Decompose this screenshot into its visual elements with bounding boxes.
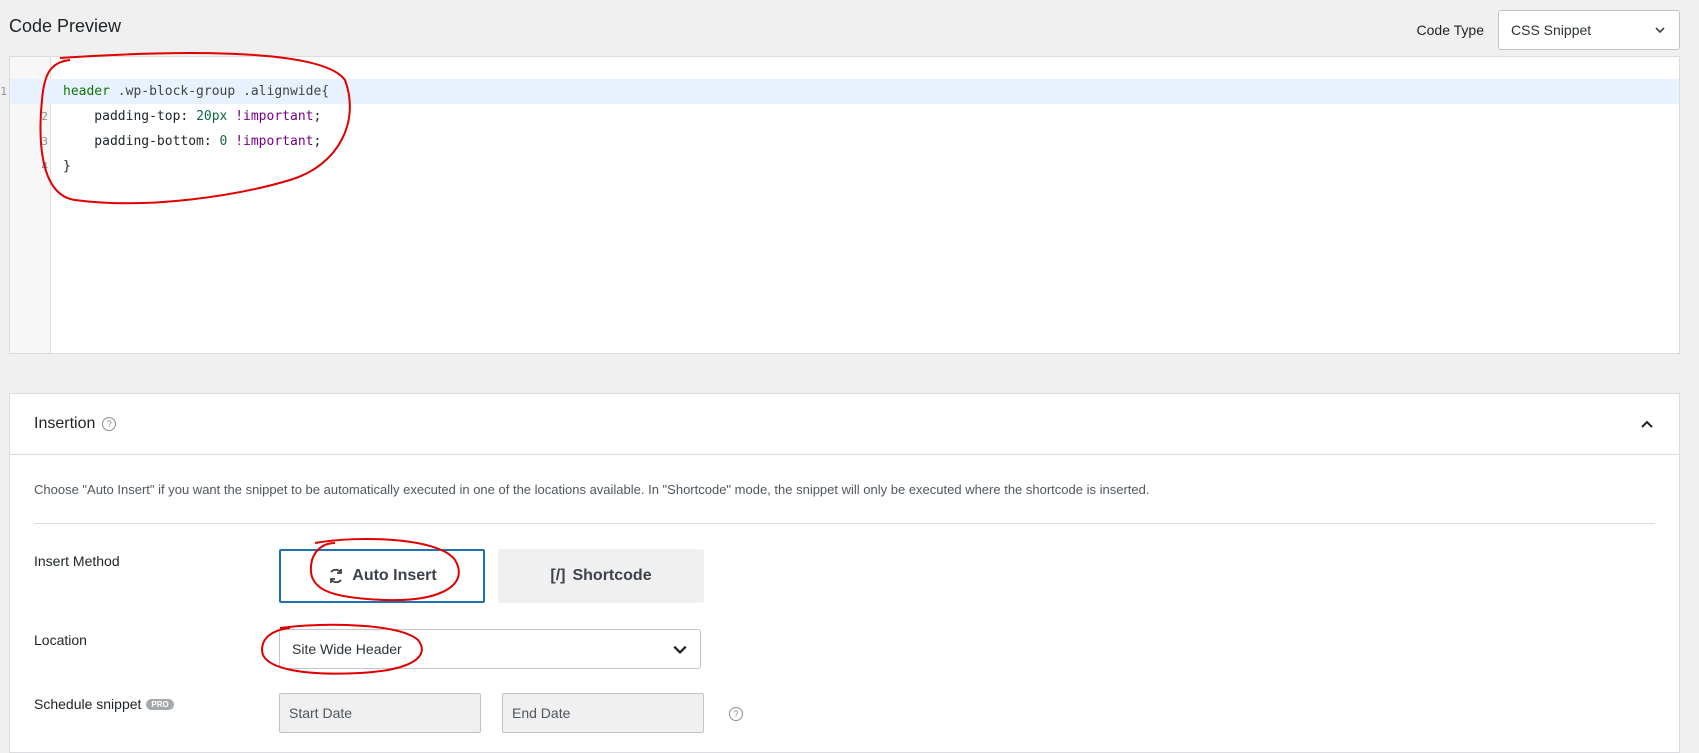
location-label: Location [34,632,87,648]
code-text: header .wp-block-group .alignwide{ [51,84,329,99]
end-date-placeholder: End Date [512,705,571,721]
location-select[interactable]: Site Wide Header [279,629,701,669]
shortcode-button[interactable]: [/] Shortcode [498,549,704,603]
code-text: } [51,159,71,174]
shortcode-icon: [/] [550,567,566,584]
divider [34,523,1655,524]
code-token: 20px [196,109,228,124]
pro-badge: PRO [146,698,174,710]
code-type-label: Code Type [1416,22,1484,38]
line-number: 1 [0,85,7,98]
location-value: Site Wide Header [292,641,402,657]
code-line[interactable]: 4 } [41,154,1679,179]
code-line[interactable]: 3 padding-bottom: 0 !important; [41,129,1679,154]
help-circle-icon[interactable]: ? [102,417,117,431]
auto-insert-button[interactable]: Auto Insert [279,549,485,603]
code-type-control: Code Type CSS Snippet [1417,10,1680,50]
code-token: !important [235,134,314,149]
code-token: padding-top: [63,109,197,124]
schedule-label-wrap: Schedule snippet PRO [34,696,174,712]
line-number: 2 [41,110,48,123]
page-title: Code Preview [9,16,122,36]
start-date-input[interactable]: Start Date [279,693,481,733]
code-editor[interactable]: ▾ 1 header .wp-block-group .alignwide{ 2… [0,56,1680,354]
code-token: ; [313,134,322,149]
code-token: ; [313,109,322,124]
line-number: 3 [41,135,48,148]
code-type-select[interactable]: CSS Snippet [1498,10,1680,50]
start-date-placeholder: Start Date [289,705,353,721]
insert-method-label: Insert Method [34,553,120,569]
code-token: 0 [219,134,228,149]
chevron-up-icon[interactable] [1639,416,1655,432]
schedule-label: Schedule snippet [34,696,142,712]
code-line[interactable]: ▾ 1 header .wp-block-group .alignwide{ [0,79,1679,104]
code-type-value: CSS Snippet [1511,22,1592,38]
shortcode-label: Shortcode [572,567,652,584]
code-token: !important [235,109,314,124]
help-circle-icon[interactable]: ? [729,707,743,721]
insertion-description: Choose "Auto Insert" if you want the sni… [34,482,1150,497]
insertion-panel: Insertion ? Choose "Auto Insert" if you … [9,393,1680,753]
line-number: 4 [41,160,48,173]
chevron-down-icon [1655,27,1665,34]
code-text: padding-top: 20px !important; [51,109,321,124]
insertion-panel-header[interactable]: Insertion ? [10,394,1679,455]
sync-icon [330,568,343,584]
chevron-down-icon [673,645,687,655]
code-token: padding-bottom: [63,134,220,149]
auto-insert-label: Auto Insert [352,567,437,584]
insertion-title-wrap: Insertion ? [34,415,117,433]
code-token: header [63,84,110,99]
code-line[interactable]: 2 padding-top: 20px !important; [41,104,1679,129]
code-text: padding-bottom: 0 !important; [51,134,321,149]
code-token: .wp-block-group .alignwide{ [109,84,330,99]
code-area[interactable]: ▾ 1 header .wp-block-group .alignwide{ 2… [0,79,1679,179]
end-date-input[interactable]: End Date [502,693,704,733]
code-token: } [63,159,71,174]
insertion-title: Insertion [34,415,96,432]
